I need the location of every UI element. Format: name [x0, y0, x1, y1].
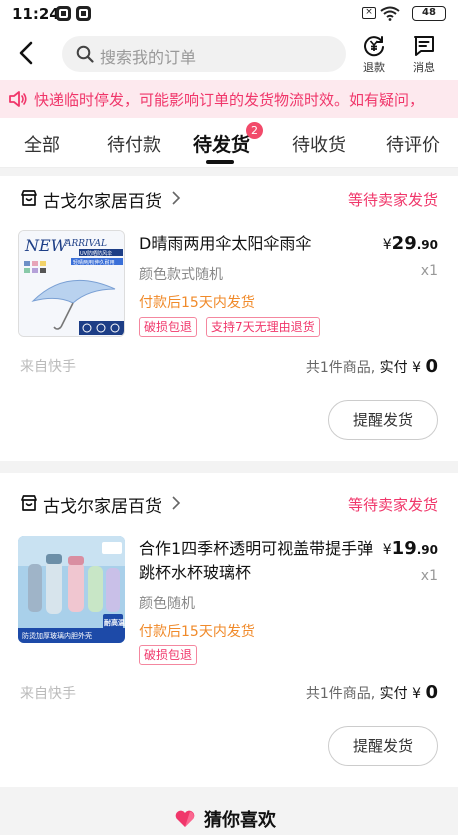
sim-off-icon: × — [362, 7, 376, 19]
tab-all[interactable]: 全部 — [24, 131, 60, 157]
thumb-brand-arrival: ARRIVAL — [64, 239, 107, 249]
search-icon — [76, 45, 94, 63]
top-nav: 搜索我的订单 退款 消息 — [0, 28, 458, 80]
shop-name[interactable]: 古戈尔家居百货 — [43, 187, 162, 212]
order-source: 来自快手 — [20, 359, 76, 375]
order-summary: 共1件商品, 实付 ¥ 0 — [305, 682, 438, 703]
remind-shipment-button[interactable]: 提醒发货 — [328, 400, 438, 440]
status-time: 11:24 — [12, 5, 60, 23]
refund-label: 退款 — [363, 61, 385, 74]
app-notification-icon — [56, 6, 71, 21]
order-tabs: 全部 待付款 待发货 2 待收货 待评价 — [0, 118, 458, 168]
battery-icon: 48 — [412, 6, 446, 21]
wifi-icon — [380, 6, 400, 21]
product-price: ¥19.90 — [382, 538, 438, 559]
status-bar: 11:24 × 48 — [0, 0, 458, 28]
message-button[interactable]: 消息 — [404, 32, 444, 78]
notice-banner[interactable]: 快递临时停发，可能影响订单的发货物流时效。如有疑问， — [0, 80, 458, 118]
tag-7day-return: 支持7天无理由退货 — [206, 317, 320, 337]
chevron-right-icon — [172, 496, 181, 510]
cup-product-image: 耐高温 防烫加厚玻璃内胆外壳 — [18, 536, 125, 643]
refund-button[interactable]: 退款 — [354, 32, 394, 78]
speaker-icon — [9, 91, 27, 107]
chevron-right-icon — [172, 191, 181, 205]
thumb-brand-new: NEW — [24, 236, 69, 255]
heart-icon — [175, 810, 195, 827]
thumb-banner: 防烫加厚玻璃内胆外壳 — [22, 631, 92, 640]
tag-damage-refund: 破损包退 — [139, 317, 198, 337]
back-icon[interactable] — [14, 40, 40, 66]
search-input[interactable]: 搜索我的订单 — [62, 36, 346, 72]
shipping-note: 付款后15天内发货 — [139, 624, 255, 640]
product-title[interactable]: 合作1四季杯透明可视盖带提手弹跳杯水杯玻璃杯 — [139, 537, 384, 585]
order-summary: 共1件商品, 实付 ¥ 0 — [305, 356, 438, 377]
product-spec: 颜色款式随机 — [139, 267, 223, 283]
umbrella-product-image: NEW ARRIVAL UV防晒防风伞 轻晴两用|伸久耐用 — [19, 231, 124, 336]
order-source: 来自快手 — [20, 686, 76, 702]
tag-damage-refund: 破损包退 — [139, 645, 198, 665]
remind-shipment-button[interactable]: 提醒发货 — [328, 726, 438, 766]
app-notification-icon — [76, 6, 91, 21]
thumb-badge: 耐高温 — [104, 618, 125, 627]
recommendations-header: 猜你喜欢 — [0, 792, 458, 835]
active-tab-indicator — [206, 160, 234, 164]
shipping-note: 付款后15天内发货 — [139, 295, 255, 311]
shop-icon — [21, 495, 37, 511]
tab-pending-review[interactable]: 待评价 — [386, 131, 440, 157]
recommendations-label: 猜你喜欢 — [204, 810, 276, 831]
product-spec: 颜色随机 — [139, 596, 195, 612]
product-quantity: x1 — [420, 568, 438, 584]
product-thumbnail[interactable]: NEW ARRIVAL UV防晒防风伞 轻晴两用|伸久耐用 — [18, 230, 125, 337]
refund-icon — [364, 36, 384, 57]
product-thumbnail[interactable]: 耐高温 防烫加厚玻璃内胆外壳 — [18, 536, 125, 643]
product-quantity: x1 — [420, 263, 438, 279]
message-label: 消息 — [413, 61, 435, 74]
product-price: ¥29.90 — [382, 233, 438, 254]
order-card[interactable]: 古戈尔家居百货 等待卖家发货 NEW ARRIVAL UV防晒防风伞 轻晴两用|… — [0, 176, 458, 461]
tab-count-badge: 2 — [246, 122, 263, 139]
order-card[interactable]: 古戈尔家居百货 等待卖家发货 耐高温 防烫加厚玻璃内胆外壳 合作1四季杯透明可视… — [0, 473, 458, 787]
notice-text: 快递临时停发，可能影响订单的发货物流时效。如有疑问， — [34, 91, 425, 109]
product-title[interactable]: D晴雨两用伞太阳伞雨伞 — [139, 232, 349, 256]
tab-pending-receipt[interactable]: 待收货 — [292, 131, 346, 157]
message-icon — [414, 36, 434, 56]
search-placeholder: 搜索我的订单 — [100, 48, 197, 67]
order-status: 等待卖家发货 — [347, 191, 438, 209]
shop-icon — [21, 190, 37, 206]
tab-pending-shipment[interactable]: 待发货 — [193, 130, 250, 157]
shop-name[interactable]: 古戈尔家居百货 — [43, 492, 162, 517]
order-status: 等待卖家发货 — [347, 496, 438, 514]
thumb-sub: UV防晒防风伞 — [80, 250, 112, 257]
tab-pending-payment[interactable]: 待付款 — [107, 131, 161, 157]
thumb-band: 轻晴两用|伸久耐用 — [73, 259, 115, 266]
